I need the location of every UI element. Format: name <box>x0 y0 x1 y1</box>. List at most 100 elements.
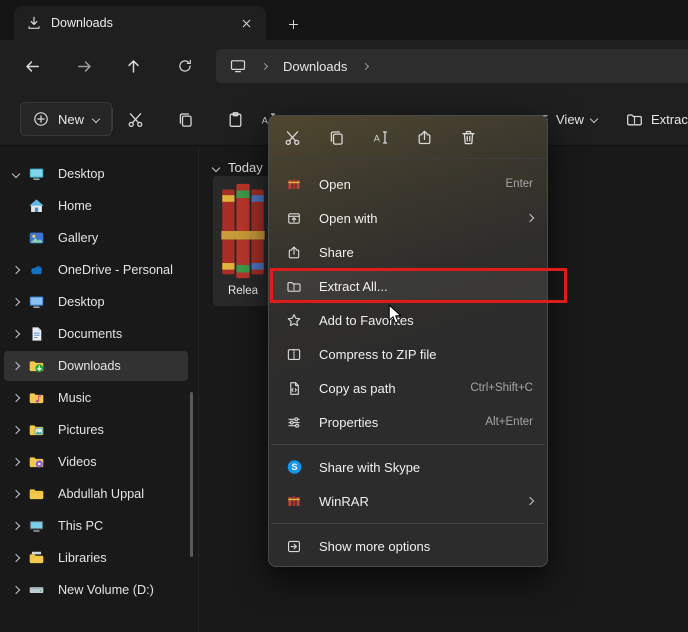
file-explorer-window: Downloads Downloads New A View Extract D… <box>0 0 688 632</box>
drive-icon <box>28 582 47 599</box>
chevron-right-icon[interactable] <box>4 361 28 371</box>
menu-item-share[interactable]: Share <box>269 235 547 269</box>
context-menu-items: Open Enter Open with Share Extract All..… <box>269 159 547 563</box>
chevron-down-icon[interactable] <box>4 169 28 179</box>
sidebar-item-downloads[interactable]: Downloads <box>4 351 188 381</box>
sidebar-item-user-folder[interactable]: Abdullah Uppal <box>4 479 188 509</box>
sidebar-item-onedrive[interactable]: OneDrive - Personal <box>4 255 188 285</box>
chevron-right-icon[interactable] <box>4 393 28 403</box>
delete-icon[interactable] <box>459 128 477 146</box>
submenu-chevron-icon <box>525 213 535 223</box>
sidebar-item-label: Documents <box>58 327 123 341</box>
documents-icon <box>28 326 47 343</box>
menu-item-shortcut: Ctrl+Shift+C <box>470 382 533 394</box>
winrar-books-icon <box>285 493 303 509</box>
menu-item-winrar[interactable]: WinRAR <box>269 484 547 518</box>
sidebar-item-home[interactable]: Home <box>4 191 188 221</box>
context-menu: A Open Enter Open with Share Extract All… <box>268 115 548 567</box>
copy-icon[interactable] <box>167 102 203 136</box>
folder-icon <box>28 486 47 503</box>
sidebar-item-label: Videos <box>58 455 97 469</box>
sidebar-item-videos[interactable]: Videos <box>4 447 188 477</box>
up-icon[interactable] <box>115 49 151 83</box>
sidebar-item-libraries[interactable]: Libraries <box>4 543 188 573</box>
menu-item-show-more-options[interactable]: Show more options <box>269 529 547 563</box>
chevron-right-icon[interactable] <box>4 489 28 499</box>
chevron-right-icon[interactable] <box>4 553 28 563</box>
chevron-right-icon[interactable] <box>4 457 28 467</box>
skype-icon: S <box>285 459 303 475</box>
menu-item-properties[interactable]: Properties Alt+Enter <box>269 405 547 439</box>
sidebar-item-label: This PC <box>58 519 104 533</box>
chevron-down-icon <box>91 114 101 124</box>
sidebar-item-label: OneDrive - Personal <box>58 263 173 277</box>
file-name-label: Relea <box>227 285 259 297</box>
menu-item-add-to-favorites[interactable]: Add to Favorites <box>269 303 547 337</box>
annotation-highlight-extract-all <box>270 268 567 303</box>
menu-item-open[interactable]: Open Enter <box>269 167 547 201</box>
open-with-icon <box>285 210 303 226</box>
sidebar-item-label: Home <box>58 199 92 213</box>
rename-icon[interactable]: A <box>371 128 389 146</box>
navigation-bar: Downloads <box>0 40 688 92</box>
chevron-right-icon[interactable] <box>4 297 28 307</box>
sidebar-scrollbar[interactable] <box>190 392 193 557</box>
sidebar-item-new-volume-d[interactable]: New Volume (D:) <box>4 575 188 605</box>
sidebar-item-this-pc[interactable]: This PC <box>4 511 188 541</box>
refresh-icon[interactable] <box>167 49 203 83</box>
chevron-right-icon[interactable] <box>4 265 28 275</box>
menu-item-label: Show more options <box>319 538 431 554</box>
copy-icon[interactable] <box>327 128 345 146</box>
sidebar-item-label: Libraries <box>58 551 107 565</box>
menu-item-copy-as-path[interactable]: Copy as path Ctrl+Shift+C <box>269 371 547 405</box>
menu-item-label: Open <box>319 176 351 192</box>
paste-icon[interactable] <box>217 102 253 136</box>
title-bar: Downloads <box>0 0 688 40</box>
desktop-monitor-icon <box>28 166 47 183</box>
extract-all-toolbar-button[interactable]: Extract all <box>626 102 688 136</box>
sidebar-item-desktop-pinned[interactable]: Desktop <box>4 159 188 189</box>
menu-item-label: Copy as path <box>319 380 396 396</box>
winrar-app-icon <box>285 176 303 192</box>
chevron-right-icon[interactable] <box>4 521 28 531</box>
cut-icon[interactable] <box>283 128 301 146</box>
sidebar-item-gallery[interactable]: Gallery <box>4 223 188 253</box>
menu-separator <box>271 523 545 524</box>
new-button-label: New <box>58 111 85 127</box>
file-item-winrar-archive[interactable]: Relea <box>213 176 273 306</box>
forward-icon[interactable] <box>66 49 102 83</box>
chevron-down-icon[interactable] <box>211 163 221 172</box>
back-icon[interactable] <box>14 49 50 83</box>
pictures-folder-icon <box>28 422 47 439</box>
chevron-right-icon[interactable] <box>4 425 28 435</box>
downloads-folder-icon <box>28 358 47 375</box>
svg-text:A: A <box>373 133 380 143</box>
explorer-tab-downloads[interactable]: Downloads <box>14 6 266 40</box>
sidebar-item-label: Downloads <box>58 359 121 373</box>
sidebar-item-label: Desktop <box>58 295 105 309</box>
cut-icon[interactable] <box>117 102 153 136</box>
breadcrumb-chevron-icon[interactable] <box>362 62 370 70</box>
share-icon[interactable] <box>415 128 433 146</box>
sidebar-item-desktop[interactable]: Desktop <box>4 287 188 317</box>
chevron-right-icon[interactable] <box>4 585 28 595</box>
new-button[interactable]: New <box>20 102 113 136</box>
menu-item-label: Compress to ZIP file <box>319 346 437 362</box>
share-icon <box>285 244 303 260</box>
menu-item-share-with-skype[interactable]: S Share with Skype <box>269 450 547 484</box>
sidebar-item-music[interactable]: Music <box>4 383 188 413</box>
chevron-right-icon[interactable] <box>4 329 28 339</box>
breadcrumb-location[interactable]: Downloads <box>283 59 347 74</box>
properties-icon <box>285 414 303 430</box>
navigation-pane: Desktop Home Gallery OneDrive - Personal <box>0 147 196 632</box>
new-tab-icon[interactable] <box>280 11 306 37</box>
tab-close-icon[interactable] <box>234 11 258 35</box>
sidebar-item-pictures[interactable]: Pictures <box>4 415 188 445</box>
videos-folder-icon <box>28 454 47 471</box>
address-bar[interactable]: Downloads <box>216 49 688 83</box>
menu-item-compress-zip[interactable]: Compress to ZIP file <box>269 337 547 371</box>
sidebar-item-documents[interactable]: Documents <box>4 319 188 349</box>
mouse-cursor <box>388 303 403 330</box>
menu-item-open-with[interactable]: Open with <box>269 201 547 235</box>
download-icon <box>28 16 40 29</box>
